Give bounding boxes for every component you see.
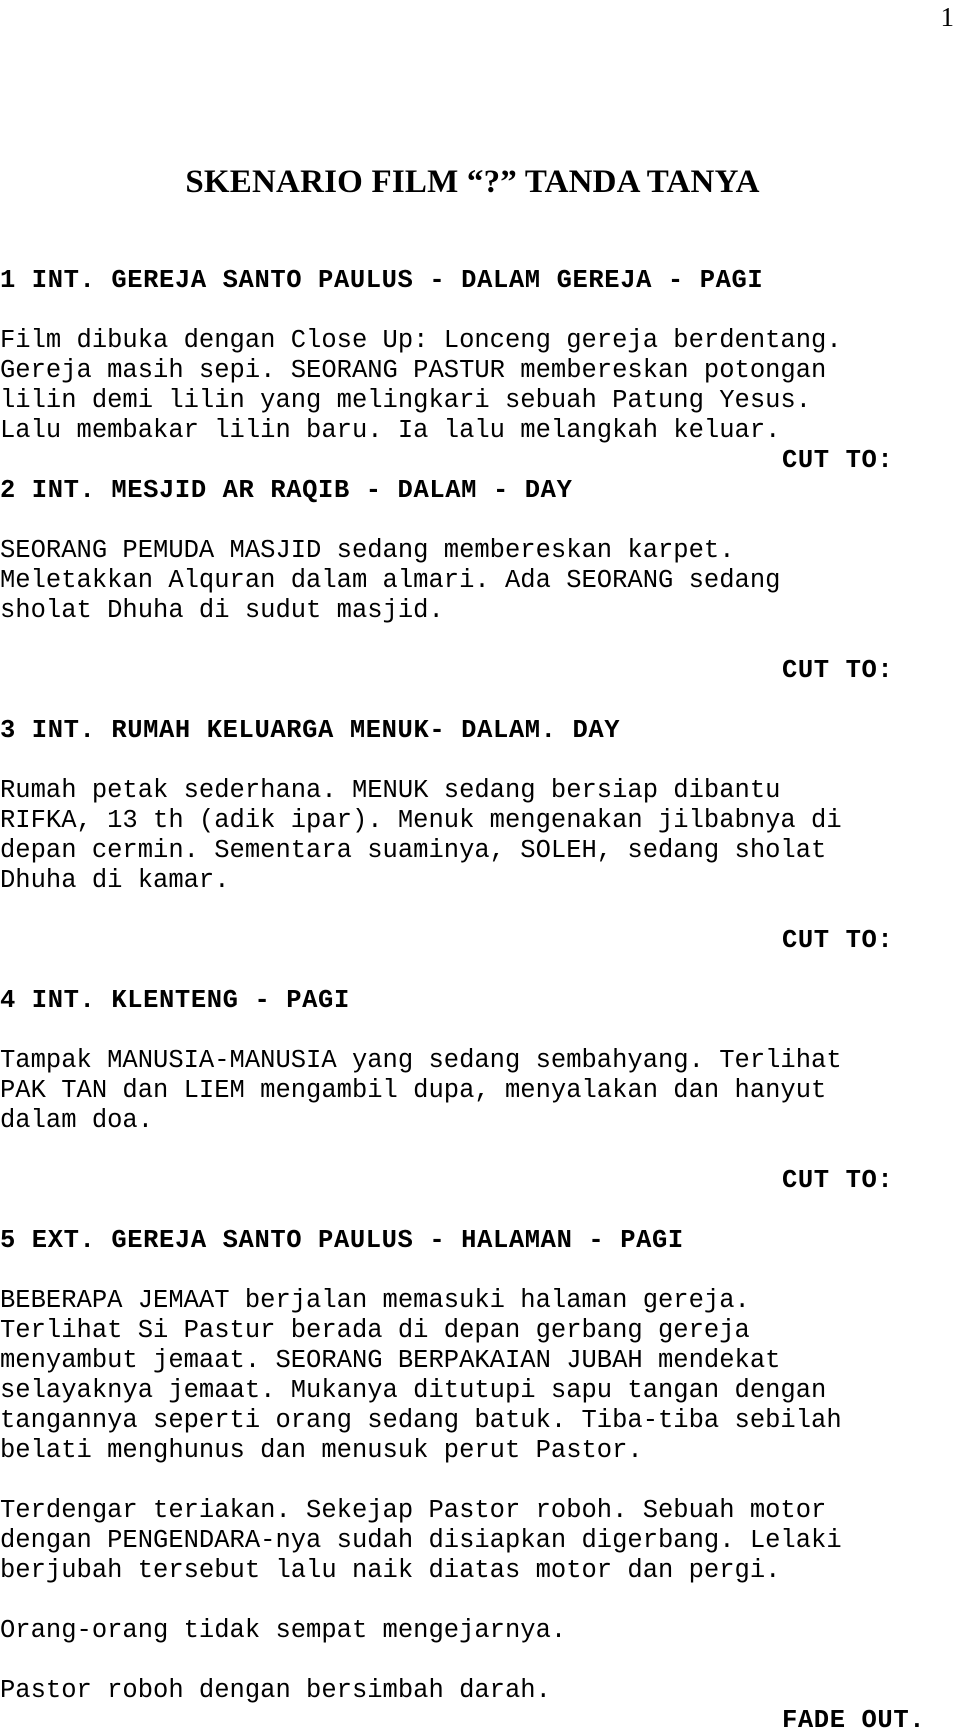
transition-line: CUT TO: [782, 926, 894, 955]
action-line: sholat Dhuha di sudut masjid. [0, 596, 444, 625]
document-title: SKENARIO FILM “?” TANDA TANYA [185, 164, 760, 200]
action-line: Lalu membakar lilin baru. Ia lalu melang… [0, 416, 781, 445]
scene-heading: 3 INT. RUMAH KELUARGA MENUK- DALAM. DAY [0, 716, 621, 745]
action-line: Tampak MANUSIA-MANUSIA yang sedang semba… [0, 1046, 842, 1075]
action-line: menyambut jemaat. SEORANG BERPAKAIAN JUB… [0, 1346, 781, 1375]
scene-heading: 5 EXT. GEREJA SANTO PAULUS - HALAMAN - P… [0, 1226, 684, 1255]
action-line: Terlihat Si Pastur berada di depan gerba… [0, 1316, 750, 1345]
page-number: 1 [940, 2, 955, 32]
action-line: tangannya seperti orang sedang batuk. Ti… [0, 1406, 842, 1435]
action-line: depan cermin. Sementara suaminya, SOLEH,… [0, 836, 827, 865]
action-line: Orang-orang tidak sempat mengejarnya. [0, 1616, 567, 1645]
action-line: lilin demi lilin yang melingkari sebuah … [0, 386, 812, 415]
action-line: Terdengar teriakan. Sekejap Pastor roboh… [0, 1496, 827, 1525]
action-line: Dhuha di kamar. [0, 866, 230, 895]
action-line: Meletakkan Alquran dalam almari. Ada SEO… [0, 566, 781, 595]
action-line: belati menghunus dan menusuk perut Pasto… [0, 1436, 643, 1465]
scene-heading: 1 INT. GEREJA SANTO PAULUS - DALAM GEREJ… [0, 266, 764, 295]
action-line: Pastor roboh dengan bersimbah darah. [0, 1676, 551, 1705]
action-line: SEORANG PEMUDA MASJID sedang membereskan… [0, 536, 735, 565]
transition-line: CUT TO: [782, 656, 894, 685]
action-line: selayaknya jemaat. Mukanya ditutupi sapu… [0, 1376, 827, 1405]
action-line: PAK TAN dan LIEM mengambil dupa, menyala… [0, 1076, 827, 1105]
transition-line: FADE OUT. [782, 1706, 926, 1735]
transition-line: CUT TO: [782, 1166, 894, 1195]
action-line: Film dibuka dengan Close Up: Lonceng ger… [0, 326, 842, 355]
screenplay-body: 1 INT. GEREJA SANTO PAULUS - DALAM GEREJ… [0, 236, 960, 1736]
scene-heading: 2 INT. MESJID AR RAQIB - DALAM - DAY [0, 476, 573, 505]
scene-heading: 4 INT. KLENTENG - PAGI [0, 986, 350, 1015]
action-line: dalam doa. [0, 1106, 154, 1135]
document-page: 1 SKENARIO FILM “?” TANDA TANYA 1 INT. G… [0, 0, 960, 1735]
transition-line: CUT TO: [782, 446, 894, 475]
action-line: Gereja masih sepi. SEORANG PASTUR member… [0, 356, 827, 385]
action-line: RIFKA, 13 th (adik ipar). Menuk mengenak… [0, 806, 842, 835]
action-line: dengan PENGENDARA-nya sudah disiapkan di… [0, 1526, 842, 1555]
action-line: BEBERAPA JEMAAT berjalan memasuki halama… [0, 1286, 750, 1315]
action-line: berjubah tersebut lalu naik diatas motor… [0, 1556, 781, 1585]
action-line: Rumah petak sederhana. MENUK sedang bers… [0, 776, 781, 805]
